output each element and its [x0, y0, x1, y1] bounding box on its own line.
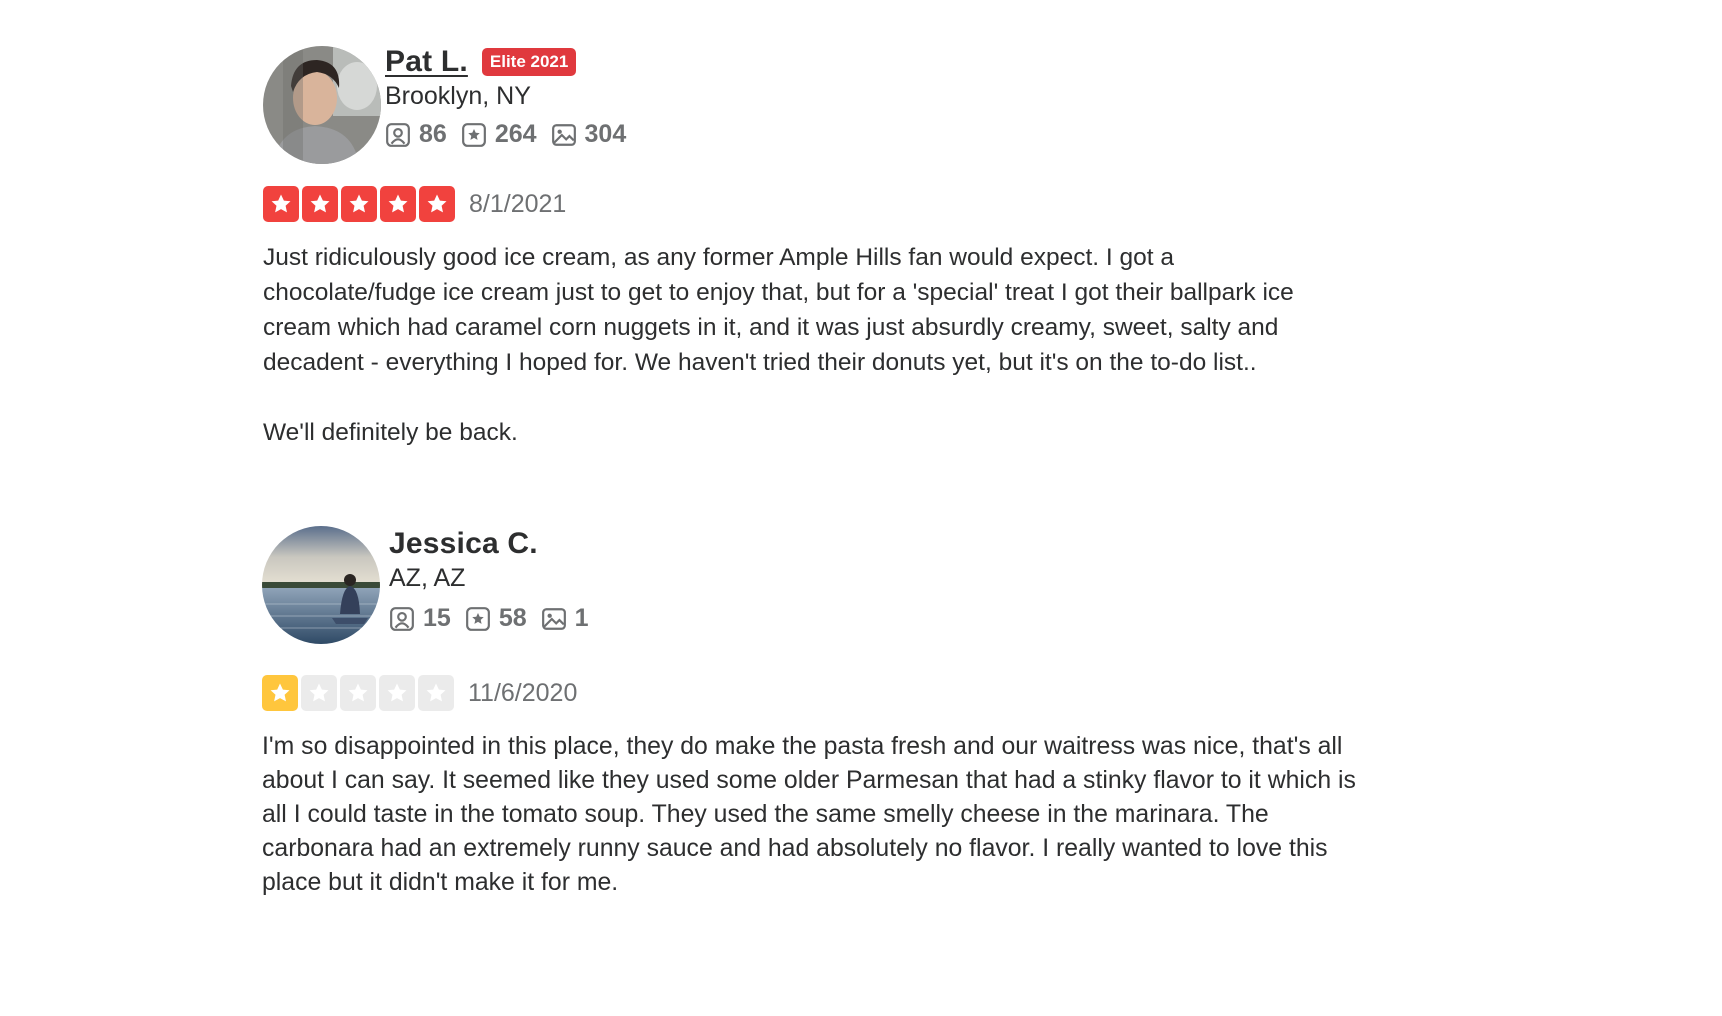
star-empty-icon	[301, 675, 337, 711]
friends-count: 15	[389, 604, 451, 633]
rating-row: 11/6/2020	[262, 675, 577, 711]
review-date: 11/6/2020	[468, 678, 578, 707]
friends-icon	[386, 122, 410, 147]
user-avatar[interactable]	[262, 526, 380, 644]
star-filled-icon	[419, 186, 455, 222]
star-empty-icon	[379, 675, 415, 711]
star-empty-icon	[418, 675, 454, 711]
star-filled-icon	[341, 186, 377, 222]
friends-icon	[390, 606, 414, 631]
photos-count-value: 304	[584, 120, 627, 148]
avatar-photo	[262, 526, 380, 644]
star-filled-icon	[380, 186, 416, 222]
friends-count-value: 86	[419, 120, 447, 148]
friends-count-value: 15	[423, 604, 451, 632]
elite-badge: Elite 2021	[481, 48, 577, 76]
avatar-photo	[263, 46, 381, 164]
review-date: 8/1/2021	[469, 189, 567, 218]
user-location: Brooklyn, NY	[385, 82, 531, 110]
star-filled-icon	[262, 675, 298, 711]
reviews-count: 264	[461, 120, 537, 149]
reviews-count: 58	[465, 604, 527, 633]
reviews-count-value: 58	[498, 604, 527, 632]
user-name-link[interactable]: Jessica C.	[389, 527, 538, 561]
review-text: Just ridiculously good ice cream, as any…	[263, 244, 1294, 446]
reviews-star-icon	[461, 122, 486, 147]
photos-icon	[551, 123, 576, 146]
photos-count: 304	[551, 120, 627, 149]
star-filled-icon	[263, 186, 299, 222]
star-empty-icon	[340, 675, 376, 711]
user-location: AZ, AZ	[389, 564, 466, 592]
star-filled-icon	[302, 186, 338, 222]
friends-count: 86	[385, 120, 447, 149]
user-avatar[interactable]	[263, 46, 381, 164]
reviews-star-icon	[465, 606, 490, 631]
review-text: I'm so disappointed in this place, they …	[262, 733, 1356, 896]
star-rating	[263, 186, 455, 222]
reviews-count-value: 264	[494, 120, 537, 148]
user-stats: 86 264 304	[385, 120, 626, 149]
photos-count-value: 1	[574, 604, 589, 632]
user-name-link[interactable]: Pat L.	[385, 45, 468, 79]
user-stats: 15 58 1	[389, 604, 589, 633]
user-name-row: Pat L. Elite 2021	[385, 45, 577, 79]
star-rating	[262, 675, 454, 711]
photos-count: 1	[541, 604, 589, 633]
user-name-row: Jessica C.	[389, 527, 538, 561]
rating-row: 8/1/2021	[263, 186, 566, 222]
photos-icon	[541, 607, 566, 630]
